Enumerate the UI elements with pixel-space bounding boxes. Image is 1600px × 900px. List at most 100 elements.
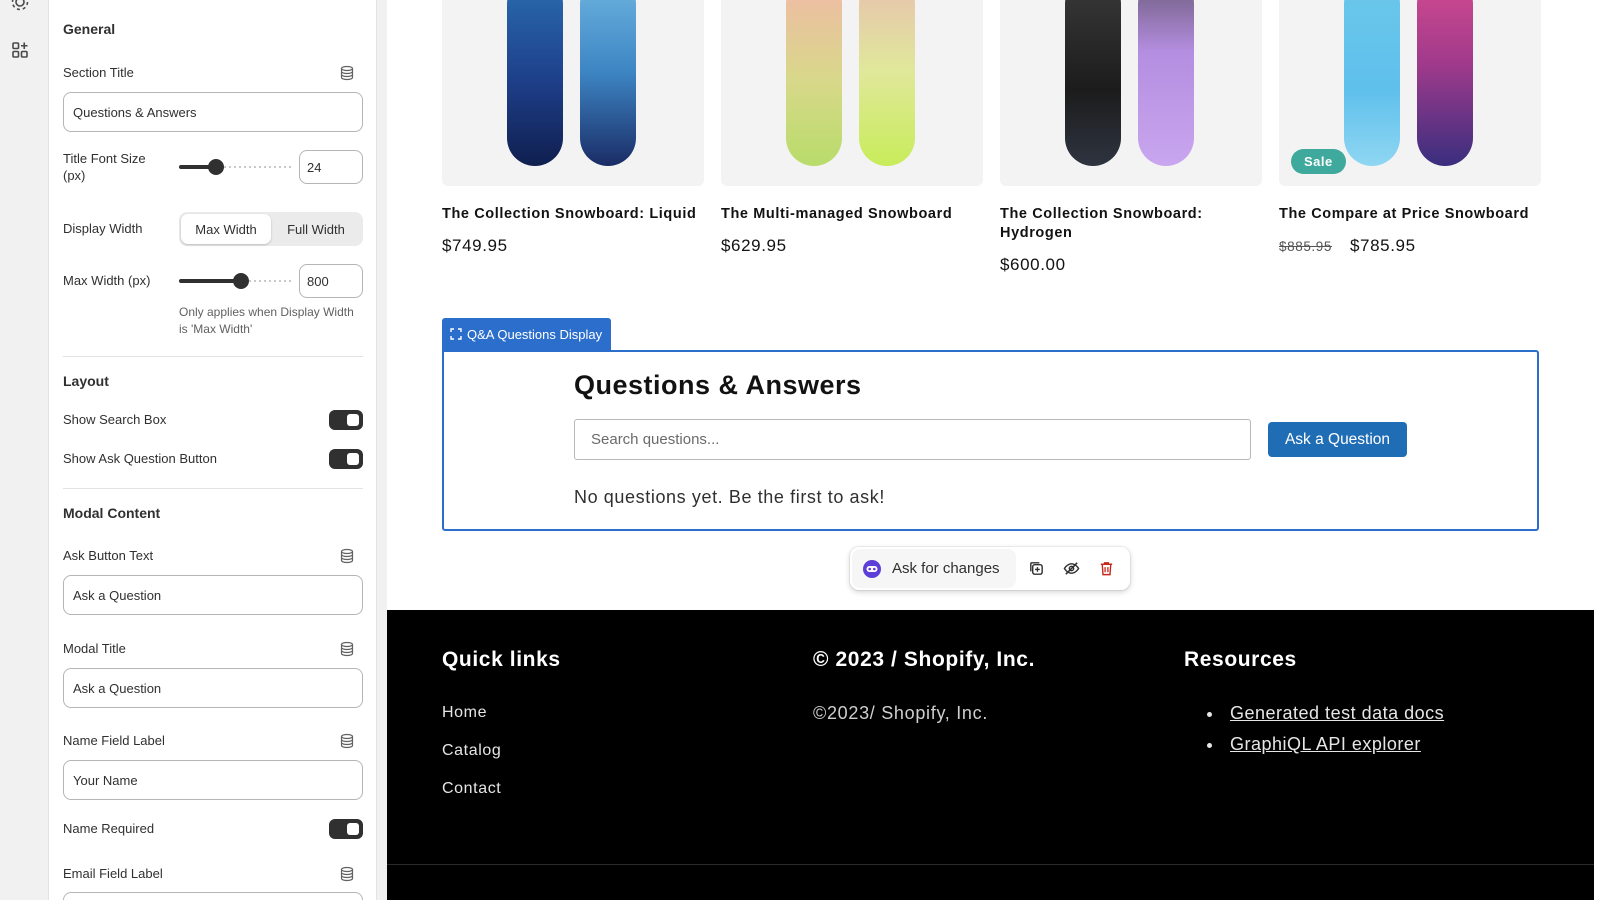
footer-link-contact[interactable]: Contact bbox=[442, 780, 501, 798]
product-price-row: $885.95 $785.95 bbox=[1279, 236, 1541, 256]
product-title[interactable]: The Compare at Price Snowboard bbox=[1279, 205, 1541, 224]
max-width-slider[interactable] bbox=[179, 273, 291, 289]
footer-divider bbox=[387, 864, 1594, 865]
snowboard-graphic bbox=[1344, 0, 1400, 166]
selected-block-tag[interactable]: Q&A Questions Display bbox=[442, 318, 612, 350]
display-width-full-option[interactable]: Full Width bbox=[271, 214, 361, 244]
resources-heading: Resources bbox=[1184, 648, 1297, 671]
snowboard-graphic bbox=[859, 0, 915, 166]
delete-icon[interactable] bbox=[1098, 560, 1115, 577]
product-price: $785.95 bbox=[1350, 236, 1416, 255]
email-field-label-label: Email Field Label bbox=[63, 866, 163, 881]
ask-button-text-label: Ask Button Text bbox=[63, 548, 154, 563]
copyright-text: ©2023/ Shopify, Inc. bbox=[813, 703, 989, 723]
max-width-input[interactable]: 800 bbox=[299, 264, 363, 298]
display-width-max-option[interactable]: Max Width bbox=[181, 214, 271, 244]
name-field-label-input[interactable]: Your Name bbox=[63, 760, 363, 800]
show-ask-button-label: Show Ask Question Button bbox=[63, 451, 217, 466]
display-width-label: Display Width bbox=[63, 221, 143, 236]
store-footer: Quick links Home Catalog Contact © 2023 … bbox=[387, 610, 1594, 900]
product-price-row: $749.95 bbox=[442, 236, 704, 256]
ask-button-text-input[interactable]: Ask a Question bbox=[63, 575, 363, 615]
slider-knob[interactable] bbox=[232, 273, 249, 289]
product-price: $600.00 bbox=[1000, 255, 1066, 274]
resource-link-graphiql[interactable]: GraphiQL API explorer bbox=[1230, 734, 1421, 755]
show-search-box-toggle[interactable] bbox=[329, 410, 363, 430]
product-card[interactable]: Sale The Compare at Price Snowboard $885… bbox=[1279, 0, 1541, 256]
product-card[interactable]: The Collection Snowboard: Hydrogen $600.… bbox=[1000, 0, 1262, 275]
qa-empty-state: No questions yet. Be the first to ask! bbox=[574, 487, 885, 507]
name-field-label-label: Name Field Label bbox=[63, 733, 165, 748]
product-title[interactable]: The Collection Snowboard: Hydrogen bbox=[1000, 205, 1262, 243]
section-title-input[interactable]: Questions & Answers bbox=[63, 92, 363, 132]
name-required-toggle[interactable] bbox=[329, 819, 363, 839]
selection-frame-icon bbox=[450, 328, 462, 340]
sidekick-avatar-icon bbox=[863, 559, 881, 578]
product-price-row: $600.00 bbox=[1000, 255, 1262, 275]
dynamic-source-icon[interactable] bbox=[339, 548, 355, 564]
show-search-box-label: Show Search Box bbox=[63, 412, 167, 427]
section-title-label: Section Title bbox=[63, 65, 134, 80]
gear-icon[interactable] bbox=[10, 0, 30, 12]
snowboard-graphic bbox=[507, 0, 563, 166]
max-width-label: Max Width (px) bbox=[63, 273, 151, 288]
product-price: $629.95 bbox=[721, 236, 787, 255]
modal-content-heading: Modal Content bbox=[63, 505, 161, 521]
product-image[interactable] bbox=[1000, 0, 1262, 186]
product-image[interactable]: Sale bbox=[1279, 0, 1541, 186]
storefront-preview: The Collection Snowboard: Liquid $749.95… bbox=[387, 0, 1594, 900]
snowboard-graphic bbox=[1417, 0, 1473, 166]
sale-badge: Sale bbox=[1291, 149, 1346, 174]
snowboard-graphic bbox=[786, 0, 842, 166]
ask-for-changes-label: Ask for changes bbox=[892, 560, 1000, 577]
product-title[interactable]: The Multi-managed Snowboard bbox=[721, 205, 983, 224]
email-field-label-input[interactable] bbox=[63, 892, 363, 900]
dynamic-source-icon[interactable] bbox=[339, 866, 355, 882]
title-font-size-slider[interactable] bbox=[179, 159, 291, 175]
list-bullet bbox=[1207, 743, 1212, 748]
copyright-heading: © 2023 / Shopify, Inc. bbox=[813, 648, 1036, 671]
product-price: $749.95 bbox=[442, 236, 508, 255]
slider-knob[interactable] bbox=[207, 159, 224, 175]
slider-fill bbox=[179, 279, 241, 283]
qa-search-input[interactable]: Search questions... bbox=[574, 419, 1251, 460]
modal-title-input[interactable]: Ask a Question bbox=[63, 668, 363, 708]
window-edge bbox=[1594, 0, 1600, 900]
title-font-size-label: Title Font Size (px) bbox=[63, 151, 146, 183]
snowboard-graphic bbox=[1065, 0, 1121, 166]
footer-link-catalog[interactable]: Catalog bbox=[442, 742, 501, 760]
settings-panel: General Section Title Questions & Answer… bbox=[48, 0, 377, 900]
divider bbox=[63, 356, 363, 357]
general-heading: General bbox=[63, 21, 116, 37]
name-required-label: Name Required bbox=[63, 821, 155, 836]
ask-for-changes-button[interactable]: Ask for changes bbox=[852, 549, 1016, 588]
qa-title: Questions & Answers bbox=[574, 370, 862, 400]
ask-question-button[interactable]: Ask a Question bbox=[1268, 422, 1407, 457]
footer-link-home[interactable]: Home bbox=[442, 704, 487, 722]
icon-rail bbox=[0, 0, 40, 900]
dynamic-source-icon[interactable] bbox=[339, 65, 355, 81]
dynamic-source-icon[interactable] bbox=[339, 733, 355, 749]
modal-title-label: Modal Title bbox=[63, 641, 126, 656]
layout-heading: Layout bbox=[63, 373, 109, 389]
product-card[interactable]: The Multi-managed Snowboard $629.95 bbox=[721, 0, 983, 256]
product-image[interactable] bbox=[442, 0, 704, 186]
hide-icon[interactable] bbox=[1063, 560, 1080, 577]
show-ask-button-toggle[interactable] bbox=[329, 449, 363, 469]
floating-block-toolbar: Ask for changes bbox=[850, 547, 1130, 590]
product-image[interactable] bbox=[721, 0, 983, 186]
display-width-segmented: Max Width Full Width bbox=[179, 212, 363, 246]
product-card[interactable]: The Collection Snowboard: Liquid $749.95 bbox=[442, 0, 704, 256]
divider bbox=[63, 488, 363, 489]
snowboard-graphic bbox=[580, 0, 636, 166]
qa-section[interactable]: Questions & Answers Search questions... … bbox=[442, 350, 1539, 531]
duplicate-icon[interactable] bbox=[1028, 560, 1045, 577]
apps-icon[interactable] bbox=[10, 40, 30, 60]
product-title[interactable]: The Collection Snowboard: Liquid bbox=[442, 205, 704, 224]
dynamic-source-icon[interactable] bbox=[339, 641, 355, 657]
list-bullet bbox=[1207, 712, 1212, 717]
compare-at-price: $885.95 bbox=[1279, 239, 1332, 254]
title-font-size-input[interactable]: 24 bbox=[299, 150, 363, 184]
quick-links-heading: Quick links bbox=[442, 648, 561, 671]
resource-link-test-data-docs[interactable]: Generated test data docs bbox=[1230, 703, 1444, 724]
